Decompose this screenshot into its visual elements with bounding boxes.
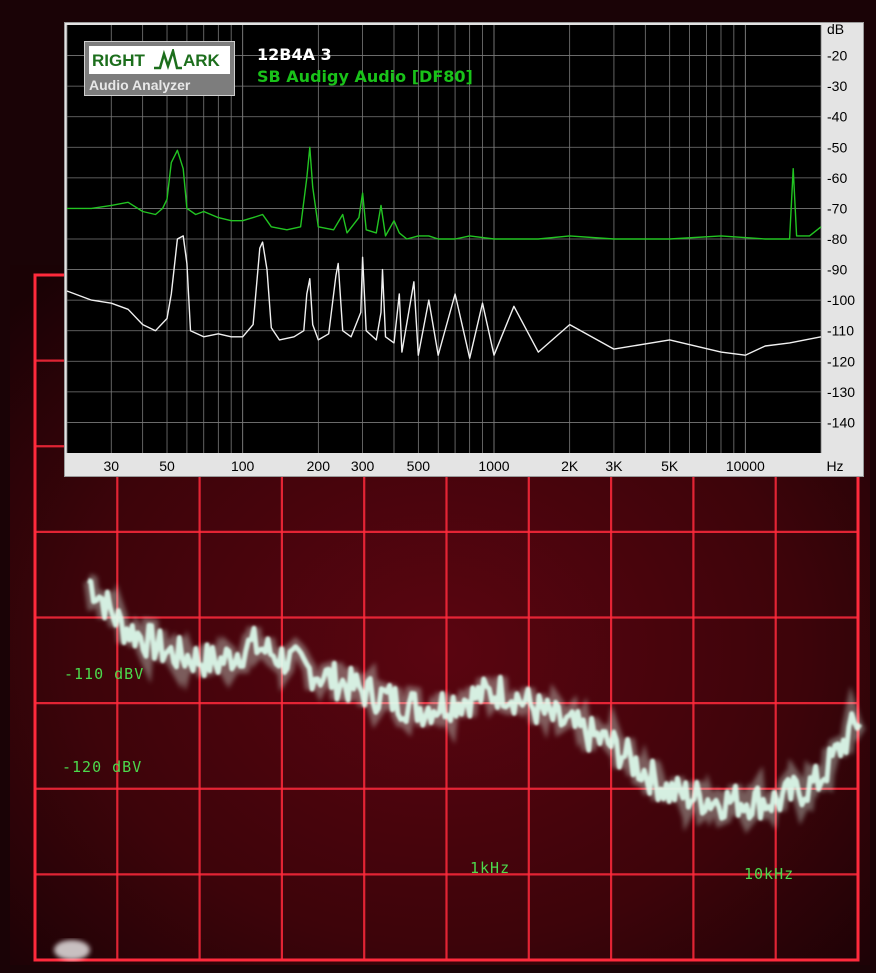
x-tick-label: Hz	[826, 458, 843, 474]
y-tick-label: -30	[827, 78, 847, 94]
scope-label-1khz: 1kHz	[470, 859, 511, 877]
y-tick-label: -100	[827, 292, 855, 308]
x-tick-label: 10000	[726, 458, 765, 474]
y-tick-label: -130	[827, 384, 855, 400]
chart-title: 12B4A 3	[257, 45, 332, 64]
x-tick-label: 200	[307, 458, 331, 474]
x-tick-label: 1000	[478, 458, 509, 474]
x-tick-label: 2K	[561, 458, 579, 474]
rightmark-logo: RIGHT ARK Audio Analyzer	[84, 41, 235, 96]
x-tick-label: 50	[159, 458, 175, 474]
y-tick-label: -90	[827, 262, 847, 278]
logo-m-icon	[154, 49, 182, 70]
x-tick-label: 3K	[605, 458, 623, 474]
x-axis-ticks: 30 50 100 200 300 500 1000 2K 3K 5K 10000 Hz	[103, 458, 843, 474]
x-tick-label: 30	[103, 458, 119, 474]
x-tick-label: 5K	[661, 458, 679, 474]
logo-word-right: RIGHT	[92, 51, 145, 70]
y-tick-label: -120	[827, 353, 855, 369]
y-tick-label: -40	[827, 109, 847, 125]
y-tick-label: -60	[827, 170, 847, 186]
x-tick-label: 500	[407, 458, 431, 474]
x-tick-label: 100	[231, 458, 255, 474]
y-tick-label: -80	[827, 231, 847, 247]
y-tick-label: -70	[827, 200, 847, 216]
chart-subtitle: SB Audigy Audio [DF80]	[257, 67, 473, 86]
logo-word-ark: ARK	[183, 51, 220, 70]
scope-label-10khz: 10kHz	[744, 865, 795, 883]
y-axis-ticks: dB -20 -30 -40 -50 -60 -70 -80 -90 -100 -110 -120 -1…	[827, 23, 855, 430]
scope-label-120dbv: -120 dBV	[62, 758, 143, 776]
y-tick-label: -50	[827, 139, 847, 155]
y-tick-label: -140	[827, 414, 855, 430]
y-tick-label: dB	[827, 23, 844, 37]
scope-label-110dbv: -110 dBV	[64, 665, 145, 683]
rmaa-spectrum-panel: dB -20 -30 -40 -50 -60 -70 -80 -90 -100 -110 -120 -1…	[64, 22, 864, 477]
logo-subtitle: Audio Analyzer	[89, 77, 191, 93]
y-tick-label: -110	[827, 323, 854, 339]
y-tick-label: -20	[827, 48, 847, 64]
x-tick-label: 300	[351, 458, 375, 474]
